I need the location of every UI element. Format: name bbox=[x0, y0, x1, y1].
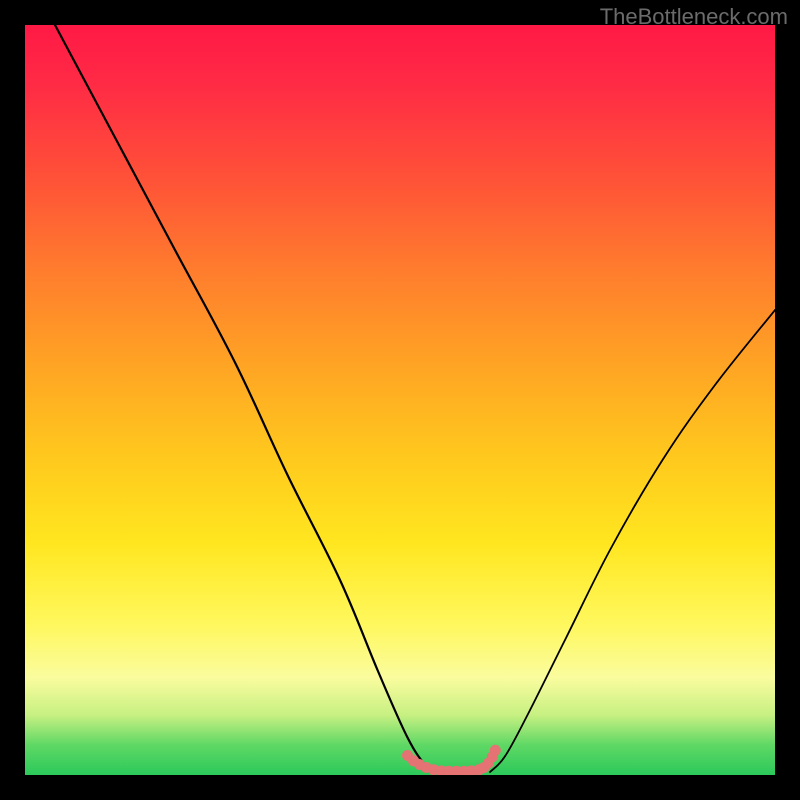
curve-right-branch bbox=[490, 310, 775, 772]
plot-area bbox=[25, 25, 775, 775]
curve-left-branch bbox=[55, 25, 438, 772]
watermark-text: TheBottleneck.com bbox=[600, 4, 788, 30]
bottleneck-marker bbox=[490, 745, 501, 756]
bottleneck-curve-svg bbox=[25, 25, 775, 775]
chart-frame: TheBottleneck.com bbox=[0, 0, 800, 800]
bottleneck-marker-group bbox=[402, 745, 501, 775]
